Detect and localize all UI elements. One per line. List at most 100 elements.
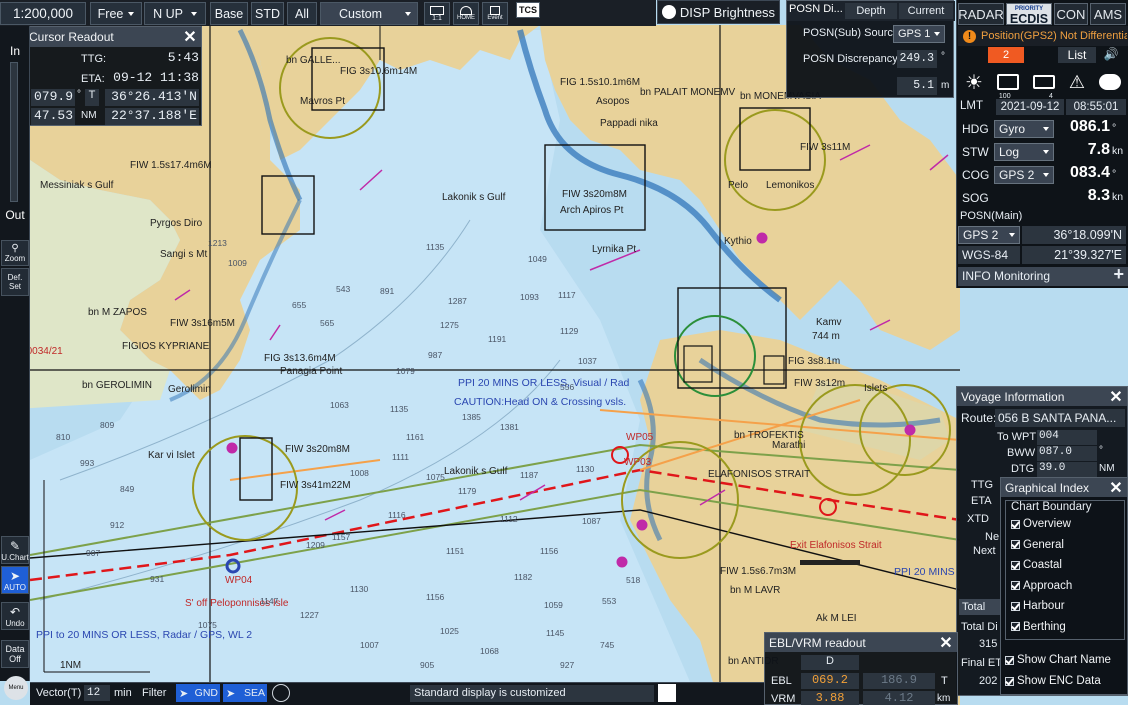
tcs-button[interactable]: TCS xyxy=(516,2,540,18)
voyage-info-title-bar[interactable]: Voyage Information ✕ xyxy=(957,387,1127,406)
close-icon[interactable]: ✕ xyxy=(937,634,955,652)
disp-brightness-button[interactable]: DISP Brightness xyxy=(657,0,780,24)
cursor-readout-title-bar[interactable]: Cursor Readout ✕ xyxy=(25,27,201,47)
chart-boundary-approach-checkbox[interactable]: Approach xyxy=(1011,580,1072,592)
ebl-vrm-readout-panel: EBL/VRM readout ✕ D EBL 069.2 186.9 T VRM… xyxy=(764,632,958,705)
gnd-label: GND xyxy=(194,687,218,699)
alert-bar[interactable]: ! Position(GPS2) Not Differential xyxy=(958,26,1128,46)
keyboard-icon[interactable]: 4 xyxy=(1032,75,1055,100)
posn-sub-source-dropdown[interactable]: GPS 1 xyxy=(893,25,945,43)
chart-label: Lakonik s Gulf xyxy=(444,466,508,477)
depth-sounding: 1209 xyxy=(306,540,325,550)
chart-boundary-general-checkbox[interactable]: General xyxy=(1011,539,1064,551)
alert-count-badge[interactable]: 2 xyxy=(988,47,1024,63)
graphical-index-title-bar[interactable]: Graphical Index ✕ xyxy=(1001,478,1127,497)
chart-label: CAUTION:Head ON & Crossing vsls. xyxy=(454,396,627,408)
depth-sounding: 1059 xyxy=(544,600,563,610)
data-off-button[interactable]: Data Off xyxy=(1,640,29,668)
eta-label: ETA: xyxy=(81,73,105,85)
discrepancy-unit: ° xyxy=(941,51,945,62)
alert-list-button[interactable]: List xyxy=(1058,47,1096,63)
chart-boundary-item-label: Berthing xyxy=(1023,620,1066,633)
chart-boundary-harbour-checkbox[interactable]: Harbour xyxy=(1011,600,1065,612)
close-icon[interactable]: ✕ xyxy=(1107,388,1125,406)
ebl-vrm-title-bar[interactable]: EBL/VRM readout ✕ xyxy=(765,633,957,652)
undo-button[interactable]: ↶ Undo xyxy=(1,602,29,630)
chart-label: Kamv xyxy=(816,317,842,328)
tab-con[interactable]: CON xyxy=(1054,3,1088,25)
monitor-icon[interactable]: 100 xyxy=(996,74,1019,100)
show-chart-name-checkbox[interactable]: Show Chart Name xyxy=(1005,654,1111,666)
scale-selector[interactable]: 1:200,000 xyxy=(0,2,86,25)
sea-stabilized-button[interactable]: ➤ SEA xyxy=(223,684,267,702)
chart-boundary-berthing-checkbox[interactable]: Berthing xyxy=(1011,621,1066,633)
alarm-icon[interactable]: ⚠ xyxy=(1069,72,1085,93)
posn-distance-value: 5.1 xyxy=(897,77,937,95)
one-to-one-button[interactable]: 1:1 xyxy=(424,2,450,25)
nav-label-hdg: HDG xyxy=(962,122,989,136)
def-set-button[interactable]: Def. Set xyxy=(1,268,29,296)
home-button[interactable]: HOME xyxy=(453,2,479,25)
depth-sounding: 1275 xyxy=(440,320,459,330)
undo-icon: ↶ xyxy=(9,604,21,619)
display-settings-icon[interactable] xyxy=(658,684,676,702)
sea-label: SEA xyxy=(243,687,265,699)
plus-icon[interactable]: + xyxy=(1113,265,1124,284)
cursor-range: 47.53 xyxy=(31,108,75,125)
nav-source-dropdown-hdg[interactable]: Gyro xyxy=(994,120,1054,138)
checkbox-checked-icon xyxy=(1011,622,1020,631)
auto-cursor-button[interactable]: ➤ AUTO xyxy=(1,566,29,594)
chart-label: WP03 xyxy=(624,457,652,468)
info-monitoring-header[interactable]: INFO Monitoring + xyxy=(958,265,1128,286)
gnd-stabilized-button[interactable]: ➤ GND xyxy=(176,684,220,702)
vector-time-input[interactable]: 12 xyxy=(84,685,110,701)
track-icon[interactable] xyxy=(272,684,290,702)
event-button[interactable]: Event xyxy=(482,2,508,25)
nav-source-dropdown-cog[interactable]: GPS 2 xyxy=(994,166,1054,184)
chart-label: FIW 3s20m8M xyxy=(285,444,351,455)
chart-boundary-coastal-checkbox[interactable]: Coastal xyxy=(1011,559,1062,571)
tab-current[interactable]: Current xyxy=(899,3,953,19)
route-name[interactable]: 056 B SANTA PANA... xyxy=(995,409,1125,427)
brightness-icon[interactable]: ☀ xyxy=(965,70,983,95)
ebl1-value: 069.2 xyxy=(801,673,859,689)
nav-source-label: Gyro xyxy=(999,122,1026,136)
zoom-button[interactable]: ⚲ Zoom xyxy=(1,240,29,266)
posn-main-source-dropdown[interactable]: GPS 2 xyxy=(958,226,1020,244)
route-label: Route: xyxy=(961,411,997,425)
display-std-button[interactable]: STD xyxy=(251,2,284,25)
menu-button[interactable]: Menu xyxy=(4,676,28,700)
chart-label: FIW 3s11M xyxy=(800,142,851,153)
zoom-out-label[interactable]: Out xyxy=(2,208,28,224)
motion-mode-dropdown[interactable]: Free xyxy=(90,2,142,25)
display-custom-dropdown[interactable]: Custom xyxy=(320,2,418,25)
tab-depth[interactable]: Depth xyxy=(845,3,897,19)
graphical-index-title: Graphical Index xyxy=(1005,480,1090,495)
zoom-in-label[interactable]: In xyxy=(2,44,28,60)
chat-icon[interactable] xyxy=(1099,74,1121,90)
total-tab[interactable]: Total xyxy=(959,599,1001,615)
bearing-mode[interactable]: T xyxy=(85,89,99,106)
close-icon[interactable]: ✕ xyxy=(181,28,199,46)
tab-ecdis[interactable]: PRIORITY ECDIS xyxy=(1006,3,1052,26)
ttg-row-label: TTG xyxy=(971,479,993,491)
user-chart-button[interactable]: ✎ U.Chart xyxy=(1,536,29,564)
display-all-button[interactable]: All xyxy=(287,2,317,25)
tab-ams[interactable]: AMS xyxy=(1090,3,1126,25)
speaker-icon[interactable]: 🔊 xyxy=(1100,47,1122,63)
depth-sounding: 1007 xyxy=(360,640,379,650)
range-unit: NM xyxy=(81,110,97,121)
orientation-dropdown[interactable]: N UP xyxy=(144,2,206,25)
show-enc-data-checkbox[interactable]: Show ENC Data xyxy=(1005,675,1101,687)
tab-posn-di[interactable]: POSN Di... xyxy=(789,3,843,19)
zoom-slider[interactable] xyxy=(10,62,18,202)
tab-radar[interactable]: RADAR xyxy=(958,3,1004,25)
nav-unit-cog: ° xyxy=(1112,168,1117,180)
nav-source-dropdown-stw[interactable]: Log xyxy=(994,143,1054,161)
chart-boundary-overview-checkbox[interactable]: Overview xyxy=(1011,518,1071,530)
display-base-button[interactable]: Base xyxy=(210,2,248,25)
chart-label: Asopos xyxy=(596,96,630,107)
close-icon[interactable]: ✕ xyxy=(1107,479,1125,497)
filter-label[interactable]: Filter xyxy=(142,687,166,699)
user-chart-label: U.Chart xyxy=(1,552,29,562)
